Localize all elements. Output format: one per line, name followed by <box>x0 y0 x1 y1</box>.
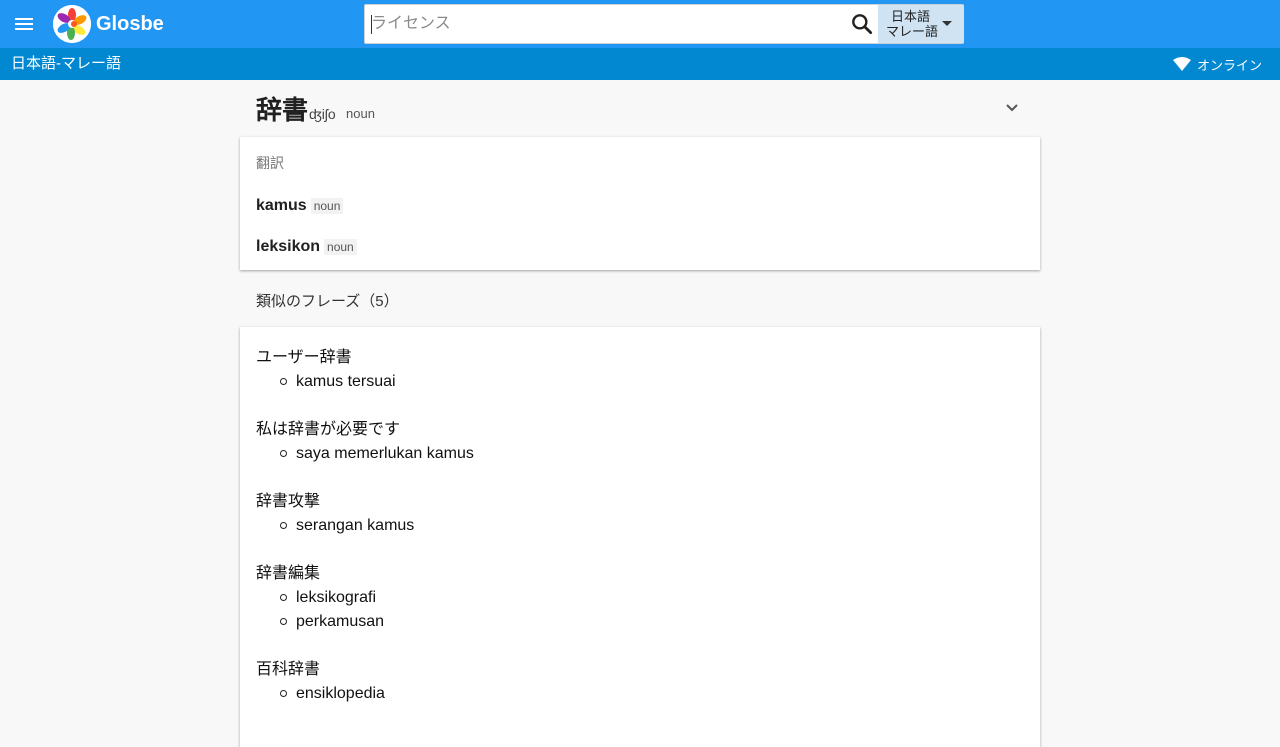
bullet-icon <box>280 618 287 625</box>
translation-pos: noun <box>310 198 344 214</box>
search-box: 日本語 マレー語 <box>364 4 964 44</box>
online-status: オンライン <box>1172 55 1262 73</box>
phrase-translation-text: saya memerlukan kamus <box>296 445 474 462</box>
translation-word: leksikon <box>256 238 321 255</box>
target-language: マレー語 <box>886 24 939 39</box>
phrase-translation[interactable]: saya memerlukan kamus <box>256 442 1016 466</box>
language-pair-bar: 日本語-マレー語 オンライン <box>0 48 1280 80</box>
phrase-source[interactable]: 私は辞書が必要です <box>256 418 1016 442</box>
phrase-group: 辞書編集 leksikografi perkamusan <box>256 562 1016 634</box>
wifi-icon <box>1172 57 1191 71</box>
source-language: 日本語 <box>891 9 931 24</box>
language-select[interactable]: 日本語 マレー語 <box>878 5 964 43</box>
translation-item[interactable]: leksikon noun <box>256 238 357 260</box>
chevron-down-icon[interactable] <box>1004 100 1020 116</box>
entry-header: 辞書 ʤiʃo noun <box>256 92 1036 128</box>
phrase-translation-text: serangan kamus <box>296 517 415 534</box>
similar-phrases-heading: 類似のフレーズ（5） <box>256 293 399 310</box>
phrase-translation-text: leksikografi <box>296 589 377 606</box>
translation-item[interactable]: kamus noun <box>256 197 344 219</box>
online-status-label: オンライン <box>1196 57 1262 73</box>
translation-pos: noun <box>324 239 357 255</box>
phrase-source[interactable]: 辞書攻撃 <box>256 490 1016 514</box>
phrase-translation-text: perkamusan <box>296 613 385 630</box>
headword: 辞書 <box>256 95 309 125</box>
bullet-icon <box>280 450 287 457</box>
language-pair-label[interactable]: 日本語-マレー語 <box>11 55 121 73</box>
similar-phrases-card: ユーザー辞書 kamus tersuai 私は辞書が必要です saya meme… <box>240 327 1040 747</box>
phrase-translation[interactable]: perkamusan <box>256 610 1016 634</box>
pronunciation: ʤiʃo <box>309 106 336 122</box>
phrase-translation-text: kamus tersuai <box>296 373 396 390</box>
brand-name[interactable]: Glosbe <box>96 12 164 36</box>
phrase-translation[interactable]: serangan kamus <box>256 514 1016 538</box>
text-caret <box>371 15 372 34</box>
menu-icon[interactable] <box>12 12 36 36</box>
top-app-bar: Glosbe 日本語 マレー語 <box>0 0 1280 48</box>
dropdown-arrow-icon <box>942 21 952 26</box>
phrase-group: 私は辞書が必要です saya memerlukan kamus <box>256 418 1016 466</box>
bullet-icon <box>280 378 287 385</box>
search-input[interactable] <box>365 5 845 43</box>
phrase-translation[interactable]: kamus tersuai <box>256 370 1016 394</box>
translation-word: kamus <box>256 197 307 214</box>
bullet-icon <box>280 594 287 601</box>
phrase-source[interactable]: 百科辞書 <box>256 658 1016 682</box>
phrase-source[interactable]: ユーザー辞書 <box>256 346 1016 370</box>
bullet-icon <box>280 522 287 529</box>
phrase-group: 辞書攻撃 serangan kamus <box>256 490 1016 538</box>
part-of-speech: noun <box>346 106 375 121</box>
phrase-translation[interactable]: leksikografi <box>256 586 1016 610</box>
phrase-source[interactable]: 辞書編集 <box>256 562 1016 586</box>
phrase-translation[interactable]: ensiklopedia <box>256 682 1016 706</box>
phrase-group: 百科辞書 ensiklopedia <box>256 658 1016 706</box>
translations-card: 翻訳 kamus noun leksikon noun <box>240 137 1040 270</box>
bullet-icon <box>280 690 287 697</box>
phrase-translation-text: ensiklopedia <box>296 685 385 702</box>
glosbe-logo[interactable] <box>53 5 91 43</box>
phrase-group: ユーザー辞書 kamus tersuai <box>256 346 1016 394</box>
translations-label: 翻訳 <box>256 155 284 171</box>
search-icon[interactable] <box>849 11 875 37</box>
